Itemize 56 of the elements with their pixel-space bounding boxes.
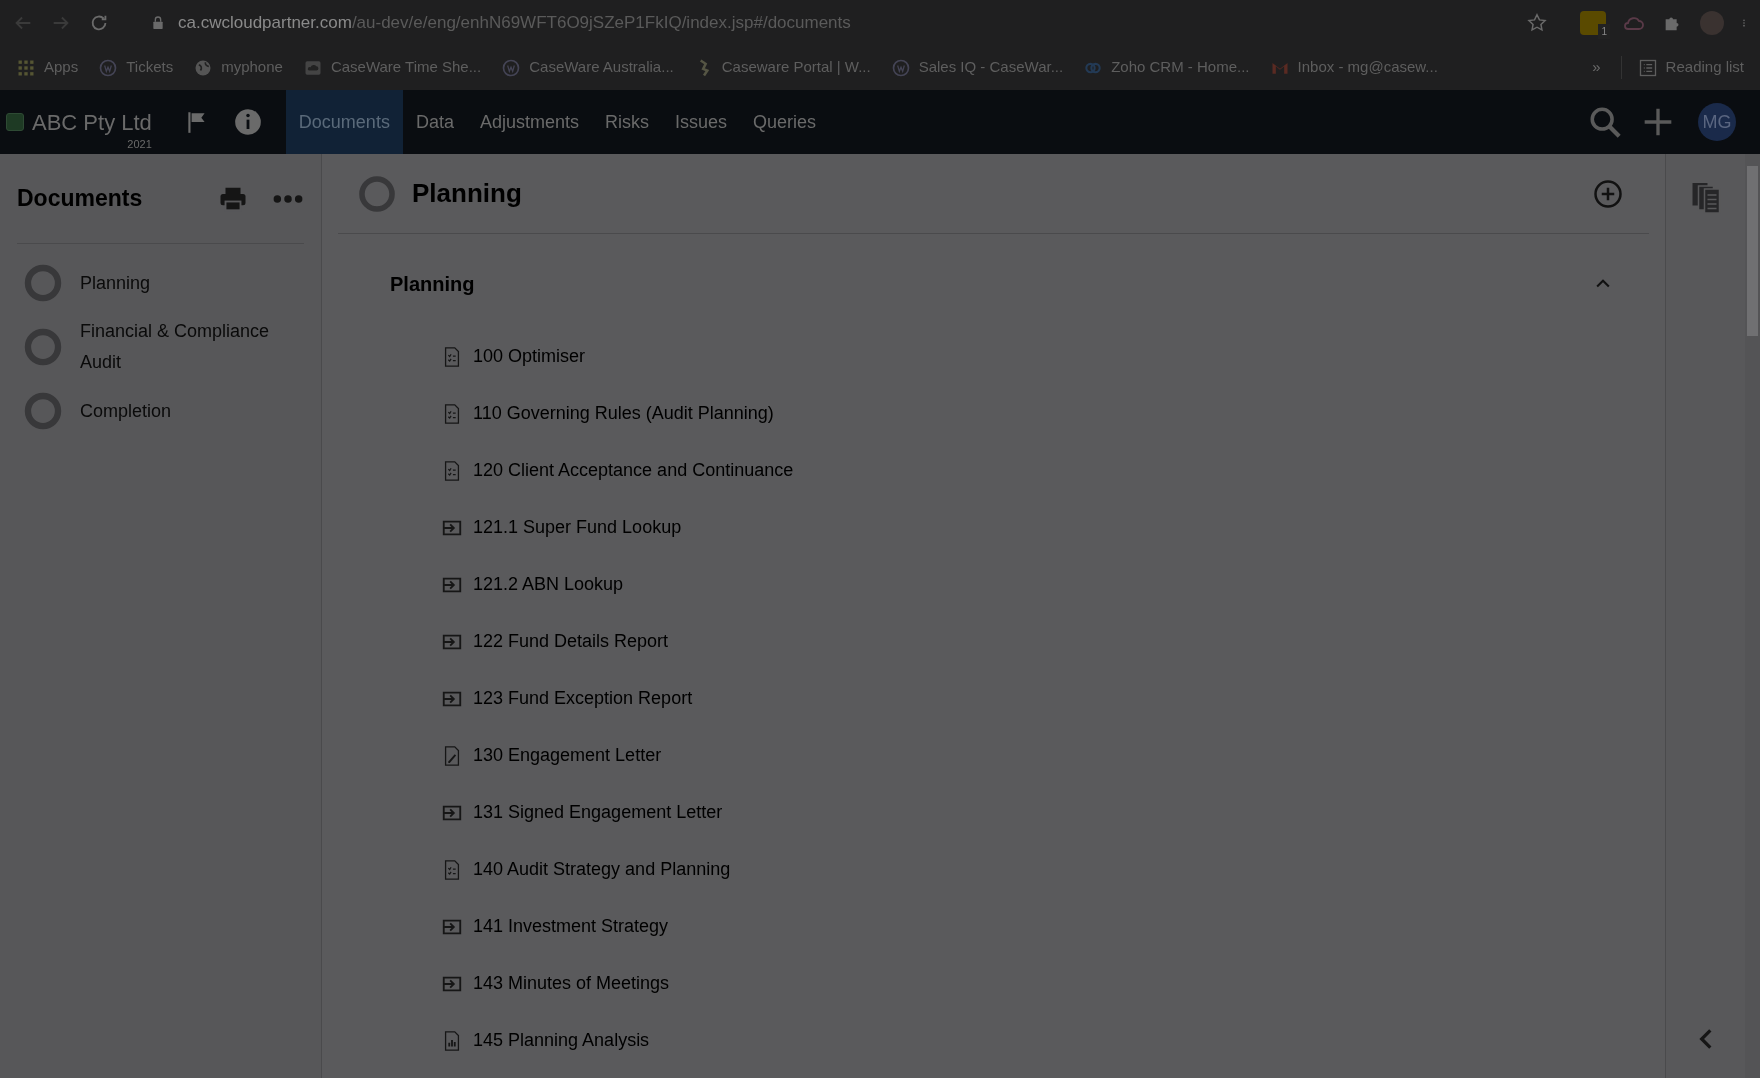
bookmark[interactable]: CaseWare Time She...	[302, 56, 482, 79]
progress-ring-icon	[24, 328, 62, 366]
sidebar-title: Documents	[17, 184, 144, 214]
logo-icon	[6, 113, 24, 131]
bookmark[interactable]: Tickets	[98, 56, 174, 79]
sidebar-item[interactable]: Financial & Compliance Audit	[24, 316, 297, 378]
client-name[interactable]: ABC Pty Ltd	[32, 105, 152, 139]
bookmark[interactable]: Inbox - mg@casew...	[1269, 56, 1438, 79]
progress-ring-icon	[24, 264, 62, 302]
document-link[interactable]: 130 Engagement Letter	[441, 727, 662, 784]
address-bar[interactable]: ca.cwcloudpartner.com/au-dev/e/eng/enhN69WFT6O9jSZeP1FkIQ/index.jsp#/documents	[150, 9, 1510, 36]
nav-tab[interactable]: Risks	[591, 90, 662, 154]
bookmark[interactable]: CaseWare Australia...	[501, 56, 674, 79]
bookmark[interactable]: Zoho CRM - Home...	[1083, 56, 1250, 79]
list-icon	[1637, 57, 1658, 78]
search-icon[interactable]	[1588, 105, 1622, 139]
nav-tab[interactable]: Queries	[740, 90, 830, 154]
sidebar-item[interactable]: Completion	[24, 392, 297, 430]
circle-logo-icon	[890, 57, 911, 78]
reading-list-button[interactable]: Reading list	[1620, 56, 1744, 79]
nav-tab[interactable]: Documents	[285, 90, 403, 154]
document-link[interactable]: 122 Fund Details Report	[441, 613, 669, 670]
document-link[interactable]: 121.1 Super Fund Lookup	[441, 499, 682, 556]
sidebar-item[interactable]: Planning	[24, 264, 297, 302]
bookmark[interactable]: Sales IQ - CaseWar...	[890, 56, 1064, 79]
page-title: Planning	[412, 177, 523, 210]
document-link[interactable]: 120 Client Acceptance and Continuance	[441, 442, 794, 499]
circle-logo-icon	[501, 57, 522, 78]
user-avatar[interactable]: MG	[1698, 103, 1736, 141]
document-link[interactable]: 131 Signed Engagement Letter	[441, 784, 723, 841]
document-link[interactable]: 141 Investment Strategy	[441, 898, 669, 955]
document-link[interactable]: 100 Optimiser	[441, 328, 586, 385]
scrollbar-thumb[interactable]	[1747, 166, 1758, 336]
nav-tab[interactable]: Adjustments	[466, 90, 592, 154]
bookmark[interactable]: Caseware Portal | W...	[693, 56, 871, 79]
document-link[interactable]: 140 Audit Strategy and Planning	[441, 841, 731, 898]
progress-ring-icon	[24, 392, 62, 430]
bookmark[interactable]: Apps	[16, 56, 79, 79]
document-link[interactable]: 145 Planning Analysis	[441, 1012, 650, 1069]
year-label: 2021	[127, 136, 152, 152]
circle-logo-icon	[98, 57, 119, 78]
more-bookmarks-button[interactable]: »	[1592, 56, 1601, 79]
document-link[interactable]: 143 Minutes of Meetings	[441, 955, 670, 1012]
document-link[interactable]: 110 Governing Rules (Audit Planning)	[441, 385, 774, 442]
nav-tab[interactable]: Issues	[661, 90, 740, 154]
nav-tab[interactable]: Data	[402, 90, 467, 154]
document-link[interactable]: 123 Fund Exception Report	[441, 670, 693, 727]
add-circle-icon[interactable]	[1593, 178, 1623, 209]
lock-icon	[150, 14, 166, 31]
progress-ring-icon	[358, 174, 396, 213]
section-title: Planning	[390, 272, 476, 297]
document-link[interactable]: 121.2 ABN Lookup	[441, 556, 624, 613]
plus-icon[interactable]	[1642, 106, 1674, 138]
bookmark[interactable]: myphone	[193, 56, 283, 79]
star-icon[interactable]	[1526, 11, 1548, 34]
info-icon[interactable]	[233, 108, 262, 136]
